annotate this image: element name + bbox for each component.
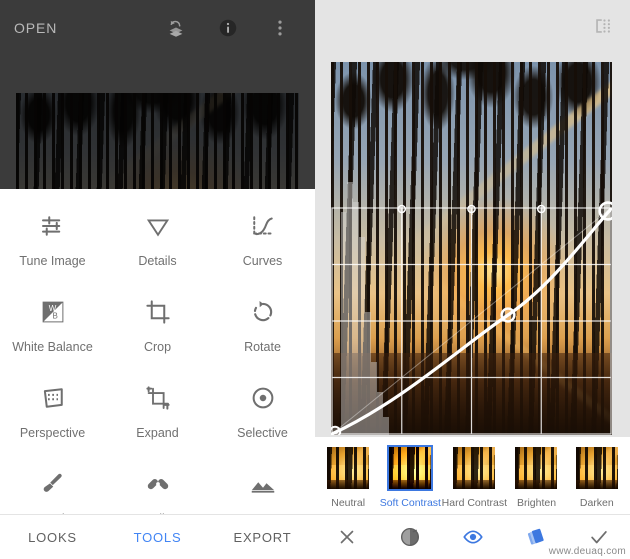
tool-curves[interactable]: Curves xyxy=(210,203,315,289)
preset-neutral[interactable]: Neutral xyxy=(321,445,375,509)
cards-stack-icon xyxy=(527,528,544,545)
tool-label: Tune Image xyxy=(19,254,86,268)
left-panel-tools-sheet: OPEN Tune Image Details Curves W B White… xyxy=(0,0,315,559)
looks-stack-button[interactable] xyxy=(504,526,567,548)
tools-grid: Tune Image Details Curves W B White Bala… xyxy=(0,189,315,547)
tool-rotate[interactable]: Rotate xyxy=(210,289,315,375)
curve-point-highlight xyxy=(598,201,612,221)
tool-white-balance[interactable]: W B White Balance xyxy=(0,289,105,375)
tool-label: White Balance xyxy=(12,340,93,354)
sliders-icon xyxy=(38,211,68,241)
perspective-icon xyxy=(38,383,68,413)
tool-label: Selective xyxy=(237,426,288,440)
right-top-bar xyxy=(315,0,630,56)
open-label[interactable]: OPEN xyxy=(14,20,57,36)
right-panel-curves-editor: Neutral Soft Contrast Hard Contrast Brig… xyxy=(315,0,630,559)
undo-layers-icon[interactable] xyxy=(165,17,187,39)
eye-icon xyxy=(462,530,483,544)
left-preview-image[interactable] xyxy=(16,93,299,193)
curve-point-grid-tl xyxy=(397,204,407,214)
curves-canvas[interactable] xyxy=(331,62,612,435)
preset-thumbnail xyxy=(325,445,371,491)
white-balance-icon: W B xyxy=(38,297,68,327)
histogram xyxy=(341,182,389,435)
apply-button[interactable] xyxy=(567,526,630,548)
healing-patch-icon xyxy=(143,469,173,499)
compare-split-icon[interactable] xyxy=(592,15,614,42)
preset-darken[interactable]: Darken xyxy=(570,445,624,509)
curve-point-mid xyxy=(500,307,516,323)
preset-label: Darken xyxy=(579,497,614,509)
triangle-down-icon xyxy=(143,211,173,241)
curves-icon xyxy=(248,211,278,241)
selective-target-icon xyxy=(248,383,278,413)
forest-photo-dimmed xyxy=(16,93,299,193)
info-icon[interactable] xyxy=(217,17,239,39)
svg-text:B: B xyxy=(52,312,57,321)
tool-details[interactable]: Details xyxy=(105,203,210,289)
rotate-icon xyxy=(248,297,278,327)
overflow-menu-icon[interactable] xyxy=(269,17,291,39)
tool-perspective[interactable]: Perspective xyxy=(0,375,105,461)
tools-bottom-sheet: Tune Image Details Curves W B White Bala… xyxy=(0,189,315,559)
tool-selective[interactable]: Selective xyxy=(210,375,315,461)
tab-looks[interactable]: LOOKS xyxy=(0,530,105,545)
mountains-icon xyxy=(248,469,278,499)
tool-tune-image[interactable]: Tune Image xyxy=(0,203,105,289)
snapseed-editor-screen: OPEN Tune Image Details Curves W B White… xyxy=(0,0,630,559)
left-top-bar: OPEN xyxy=(0,0,315,55)
preset-label: Brighten xyxy=(516,497,557,509)
close-x-icon xyxy=(340,530,353,544)
preset-label: Neutral xyxy=(331,497,366,509)
preset-label: Soft Contrast xyxy=(379,497,441,509)
tool-expand[interactable]: Expand xyxy=(105,375,210,461)
brush-icon xyxy=(38,469,68,499)
expand-icon xyxy=(143,383,173,413)
watermark-text: www.deuaq.com xyxy=(548,546,626,557)
tool-crop[interactable]: Crop xyxy=(105,289,210,375)
preset-thumbnail xyxy=(513,445,559,491)
preset-label: Hard Contrast xyxy=(441,497,508,509)
preset-thumbnail xyxy=(574,445,620,491)
checkmark-icon xyxy=(590,531,607,544)
tab-tools[interactable]: TOOLS xyxy=(105,530,210,545)
cancel-button[interactable] xyxy=(315,526,378,548)
tool-label: Expand xyxy=(136,426,179,440)
tab-export[interactable]: EXPORT xyxy=(210,530,315,545)
tool-label: Perspective xyxy=(19,426,86,440)
left-topbar-icon-group xyxy=(165,17,301,39)
curves-overlay[interactable] xyxy=(331,62,612,435)
preview-eye-button[interactable] xyxy=(441,526,504,548)
preset-brighten[interactable]: Brighten xyxy=(509,445,563,509)
contrast-circle-icon xyxy=(400,527,419,547)
tool-label: Details xyxy=(138,254,177,268)
curve-point-grid-tm xyxy=(467,204,476,214)
preset-hard-contrast[interactable]: Hard Contrast xyxy=(442,445,507,509)
preset-soft-contrast[interactable]: Soft Contrast xyxy=(379,445,441,509)
preset-strip: Neutral Soft Contrast Hard Contrast Brig… xyxy=(315,437,630,514)
preset-thumbnail xyxy=(387,445,434,491)
tool-label: Curves xyxy=(242,254,283,268)
tool-label: Rotate xyxy=(244,340,281,354)
contrast-button[interactable] xyxy=(378,526,441,548)
preset-thumbnail xyxy=(451,445,497,491)
crop-icon xyxy=(143,297,173,327)
tool-label: Crop xyxy=(143,340,172,354)
left-bottom-tab-bar: LOOKS TOOLS EXPORT xyxy=(0,514,315,559)
curve-point-shadow xyxy=(331,425,342,435)
curve-point-grid-tr xyxy=(536,204,546,214)
